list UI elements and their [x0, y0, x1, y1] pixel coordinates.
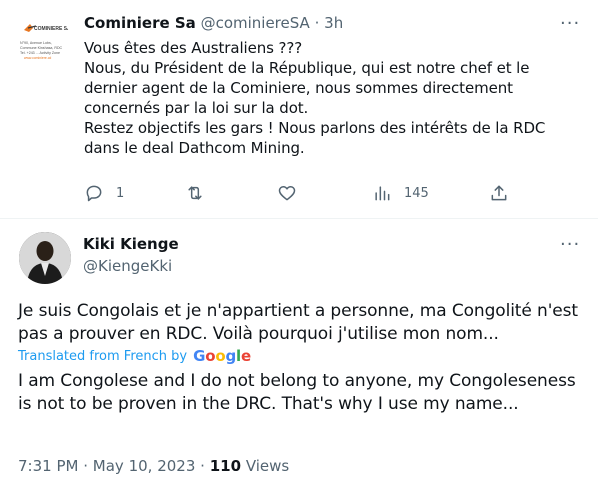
views-button[interactable]: 145 — [372, 183, 429, 203]
tweet2-metadata: 7:31 PM · May 10, 2023 · 110 Views — [18, 457, 289, 475]
share-button[interactable] — [489, 183, 509, 203]
tweet2-translation: I am Congolese and I do not belong to an… — [18, 371, 576, 414]
translated-from-french[interactable]: Translated from French by Google — [18, 347, 251, 365]
views-count: 145 — [404, 185, 429, 201]
tweet2-views-label: Views — [245, 457, 290, 475]
tweet1-timestamp[interactable]: 3h — [324, 14, 343, 32]
tweet2-views-count: 110 — [209, 457, 242, 475]
avatar-text-line: www.cominiere.cd — [24, 56, 51, 60]
kiki-kienge-avatar[interactable] — [19, 232, 71, 284]
share-icon — [491, 185, 507, 201]
avatar-text-line: Tel. +243 ... Activity Zone — [20, 51, 60, 55]
tweet2-author-handle[interactable]: @KiengeKki — [83, 257, 172, 275]
tweet1-header: Cominiere Sa @cominiereSA · 3h — [84, 14, 343, 32]
separator-dot: · — [200, 457, 205, 475]
retweet-button[interactable] — [185, 183, 217, 203]
tweet2-text: Je suis Congolais et je n'appartient a p… — [18, 301, 578, 344]
cominiere-logo: COMINIERE SA N°90, Avenue Lobs, Commune … — [20, 24, 71, 60]
tweet1-more-icon[interactable]: ··· — [560, 15, 580, 33]
profile-photo — [19, 232, 71, 284]
google-logo: Google — [193, 347, 251, 365]
tweet2-more-icon[interactable]: ··· — [560, 236, 580, 254]
tweet1-text: Vous êtes des Australiens ??? Nous, du P… — [84, 39, 546, 157]
separator-dot: · — [83, 457, 89, 475]
tweet2-author-name[interactable]: Kiki Kienge — [83, 235, 179, 253]
like-button[interactable] — [277, 183, 309, 203]
retweet-icon — [188, 186, 202, 200]
separator-dot: · — [314, 14, 320, 32]
tweet1-author-handle[interactable]: @cominiereSA — [201, 14, 310, 32]
tweet2-time[interactable]: 7:31 PM — [18, 457, 78, 475]
tweet1-author-name[interactable]: Cominiere Sa — [84, 14, 196, 32]
translated-label: Translated from French by — [18, 348, 188, 364]
tweet2-date[interactable]: May 10, 2023 — [93, 457, 196, 475]
tweet-divider — [0, 218, 598, 219]
heart-icon — [278, 186, 296, 201]
avatar-text-line: N°90, Avenue Lobs, — [20, 41, 52, 45]
reply-icon — [86, 185, 102, 202]
reply-count: 1 — [116, 185, 125, 201]
analytics-icon — [375, 186, 390, 201]
cominiere-avatar[interactable]: COMINIERE SA N°90, Avenue Lobs, Commune … — [12, 14, 72, 74]
reply-button[interactable]: 1 — [84, 183, 124, 203]
avatar-text-line: Commune Kinshasa, RDC — [20, 46, 63, 50]
avatar-logo-text: COMINIERE SA — [34, 26, 71, 32]
